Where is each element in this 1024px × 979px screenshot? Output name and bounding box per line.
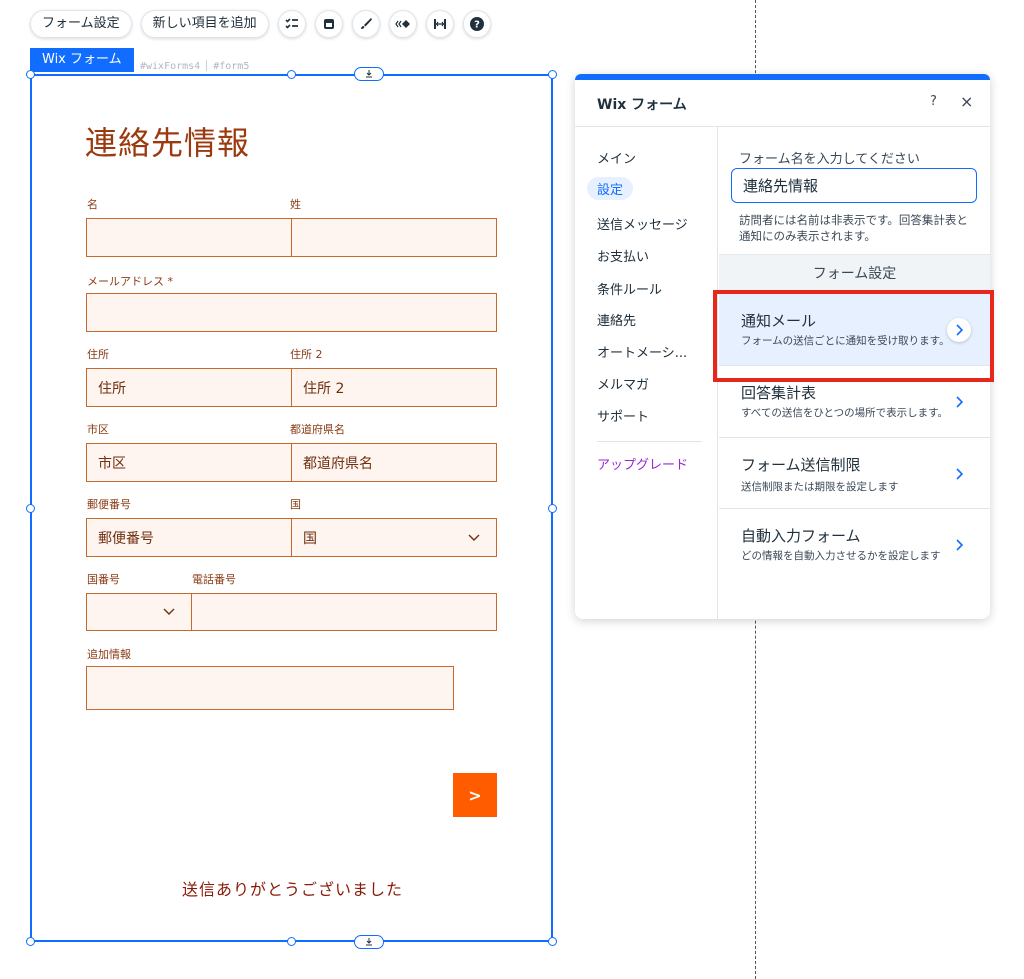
submission-limit-title: フォーム送信制限: [741, 456, 861, 474]
prefecture-label: 都道府県名: [290, 423, 345, 436]
chevron-down-icon: [468, 534, 480, 541]
autofill-form-row[interactable]: 自動入力フォーム どの情報を自動入力させるかを設定します: [719, 509, 990, 619]
nav-item-newsletter[interactable]: メルマガ: [597, 374, 649, 393]
resize-handle-top-right[interactable]: [548, 70, 557, 79]
additional-info-label: 追加情報: [87, 648, 131, 661]
nav-item-settings[interactable]: 設定: [587, 177, 634, 200]
country-select[interactable]: 国: [291, 518, 497, 557]
svg-text:?: ?: [474, 20, 480, 31]
close-button[interactable]: ×: [960, 92, 973, 111]
response-sheet-row[interactable]: 回答集計表 すべての送信をひとつの場所で表示します。: [719, 366, 990, 438]
country-label: 国: [290, 498, 301, 511]
checklist-icon[interactable]: [277, 10, 306, 38]
phone-label: 電話番号: [192, 573, 236, 586]
additional-info-field[interactable]: [86, 666, 454, 710]
chevron-right-icon: [947, 318, 971, 342]
form-title[interactable]: 連絡先情報: [85, 118, 250, 164]
first-name-field[interactable]: [86, 218, 292, 257]
email-label: メールアドレス *: [87, 275, 173, 288]
resize-handle-middle-right[interactable]: [548, 504, 557, 513]
panel-header[interactable]: Wix フォーム ? ×: [575, 80, 990, 127]
panel-sidebar: メイン 設定 送信メッセージ お支払い 条件ルール 連絡先 オートメーシ... …: [575, 127, 718, 619]
resize-handle-bottom-right[interactable]: [548, 937, 557, 946]
chevron-right-icon: [947, 533, 971, 557]
add-item-button[interactable]: 新しい項目を追加: [140, 10, 269, 38]
phone-field[interactable]: [191, 593, 497, 631]
city-label: 市区: [87, 423, 109, 436]
upgrade-link[interactable]: アップグレード: [597, 454, 688, 473]
nav-item-automations[interactable]: オートメーシ...: [597, 342, 687, 361]
anchor-bottom[interactable]: [354, 935, 384, 949]
editor-toolbar: フォーム設定 新しい項目を追加 ?: [30, 9, 491, 39]
address-field[interactable]: 住所: [86, 368, 292, 407]
chevron-down-icon: [163, 608, 175, 615]
panel-title: Wix フォーム: [597, 97, 687, 113]
address2-field[interactable]: 住所 2: [291, 368, 497, 407]
chevron-right-icon: [947, 462, 971, 486]
address-label: 住所: [87, 348, 109, 361]
paint-brush-icon[interactable]: [351, 10, 380, 38]
component-id-label: #wixForms4 #form5: [140, 60, 249, 72]
last-name-label: 姓: [290, 198, 301, 211]
prefecture-field[interactable]: 都道府県名: [291, 443, 497, 482]
component-name-tag[interactable]: Wix フォーム: [30, 48, 134, 72]
nav-item-main[interactable]: メイン: [597, 148, 636, 167]
autofill-form-desc: どの情報を自動入力させるかを設定します: [741, 550, 941, 562]
download-icon: [366, 938, 372, 946]
download-icon: [366, 70, 372, 78]
nav-item-support[interactable]: サポート: [597, 406, 649, 425]
form-name-label: フォーム名を入力してください: [739, 152, 920, 167]
nav-item-rules[interactable]: 条件ルール: [597, 279, 662, 298]
resize-handle-middle-left[interactable]: [26, 504, 35, 513]
response-sheet-title: 回答集計表: [741, 384, 817, 402]
animation-icon[interactable]: [388, 10, 417, 38]
panel-content: フォーム名を入力してください 連絡先情報 訪問者には名前は非表示です。回答集計表…: [719, 127, 990, 619]
anchor-top[interactable]: [354, 67, 384, 81]
resize-handle-bottom-left[interactable]: [26, 937, 35, 946]
form-settings-button[interactable]: フォーム設定: [30, 10, 132, 38]
component-id-2: #form5: [213, 61, 250, 72]
stretch-icon[interactable]: [425, 10, 454, 38]
postal-code-label: 郵便番号: [87, 498, 131, 511]
layout-icon[interactable]: [314, 10, 343, 38]
resize-handle-bottom-middle[interactable]: [287, 937, 296, 946]
form-settings-section-header: フォーム設定: [719, 254, 990, 294]
help-icon[interactable]: ?: [462, 10, 491, 38]
submission-limit-desc: 送信制限または期限を設定します: [741, 481, 899, 493]
country-code-select[interactable]: [86, 593, 192, 631]
notification-email-title: 通知メール: [741, 312, 817, 330]
nav-item-payments[interactable]: お支払い: [597, 246, 649, 265]
resize-handle-top-left[interactable]: [26, 70, 35, 79]
form-name-input[interactable]: 連絡先情報: [731, 168, 977, 203]
address2-label: 住所 2: [290, 348, 323, 361]
email-field[interactable]: [86, 293, 497, 332]
last-name-field[interactable]: [291, 218, 497, 257]
autofill-form-title: 自動入力フォーム: [741, 527, 861, 545]
response-sheet-desc: すべての送信をひとつの場所で表示します。: [741, 407, 949, 419]
city-field[interactable]: 市区: [86, 443, 292, 482]
notification-email-desc: フォームの送信ごとに通知を受け取ります。: [741, 335, 950, 347]
component-id-1: #wixForms4: [140, 61, 201, 72]
nav-item-submit-message[interactable]: 送信メッセージ: [597, 214, 688, 233]
sidebar-divider: [597, 441, 702, 442]
first-name-label: 名: [87, 198, 98, 211]
country-code-label: 国番号: [87, 573, 120, 586]
form-name-hint: 訪問者には名前は非表示です。回答集計表と通知にのみ表示されます。: [739, 213, 968, 243]
notification-email-row[interactable]: 通知メール フォームの送信ごとに通知を受け取ります。: [719, 294, 990, 366]
resize-handle-top-middle[interactable]: [287, 70, 296, 79]
submit-button[interactable]: >: [453, 773, 497, 817]
chevron-right-icon: [947, 390, 971, 414]
nav-item-contacts[interactable]: 連絡先: [597, 310, 636, 329]
postal-code-field[interactable]: 郵便番号: [86, 518, 292, 557]
submission-limit-row[interactable]: フォーム送信制限 送信制限または期限を設定します: [719, 438, 990, 509]
country-select-value: 国: [303, 530, 317, 547]
thank-you-message[interactable]: 送信ありがとうございました: [182, 876, 403, 900]
wix-forms-settings-panel: Wix フォーム ? × メイン 設定 送信メッセージ お支払い 条件ルール 連…: [575, 74, 990, 619]
help-button[interactable]: ?: [930, 94, 937, 109]
